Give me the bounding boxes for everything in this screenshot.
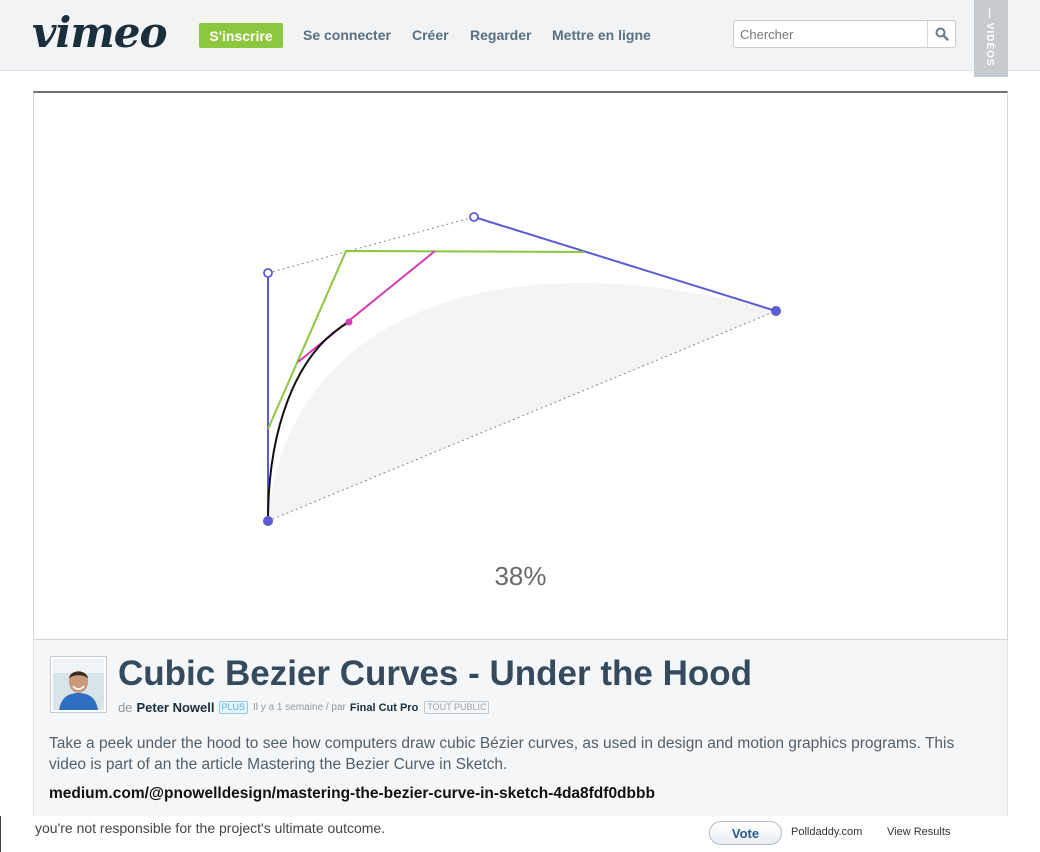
search-input[interactable] — [734, 21, 927, 47]
videos-tab-label: — VIDÉOS — [984, 8, 995, 67]
by-prefix: de — [118, 700, 133, 715]
author-link[interactable]: Peter Nowell — [136, 700, 214, 715]
rating-badge: TOUT PUBLIC — [424, 701, 490, 714]
curve-point — [345, 318, 353, 326]
video-player[interactable]: 38% — [33, 91, 1008, 640]
nav-upload[interactable]: Mettre en ligne — [552, 27, 651, 43]
nav-create[interactable]: Créer — [412, 27, 449, 43]
search-button[interactable] — [927, 21, 955, 47]
videos-side-tab[interactable]: — VIDÉOS — [974, 0, 1008, 77]
vote-button[interactable]: Vote — [709, 821, 782, 845]
end-anchor-point[interactable] — [771, 306, 781, 316]
nav-login[interactable]: Se connecter — [303, 27, 391, 43]
progress-label: 38% — [494, 561, 547, 591]
top-header: vimeo S'inscrire Se connecter Créer Rega… — [0, 0, 1040, 77]
poll-bar: you're not responsible for the project's… — [0, 816, 1040, 852]
video-info: Cubic Bezier Curves - Under the Hood de … — [33, 640, 1008, 816]
poll-question: you're not responsible for the project's… — [35, 820, 386, 836]
search-box — [733, 20, 956, 48]
view-results-link[interactable]: View Results — [887, 826, 950, 838]
poll-divider — [0, 816, 1, 852]
nav-watch[interactable]: Regarder — [470, 27, 531, 43]
byline: de Peter Nowell PLUS Il y a 1 semaine / … — [118, 700, 490, 715]
curve-region — [268, 283, 776, 521]
control-point-2[interactable] — [469, 212, 479, 222]
avatar[interactable] — [50, 656, 107, 713]
avatar-image — [53, 659, 104, 710]
bezier-animation — [263, 212, 781, 526]
video-title: Cubic Bezier Curves - Under the Hood — [118, 654, 752, 693]
video-description: Take a peek under the hood to see how co… — [49, 735, 955, 773]
control-point-1[interactable] — [263, 268, 273, 278]
article-link[interactable]: medium.com/@pnowelldesign/mastering-the-… — [49, 785, 655, 803]
channel-link[interactable]: Final Cut Pro — [350, 702, 418, 714]
polldaddy-link[interactable]: Polldaddy.com — [791, 826, 862, 838]
plus-badge[interactable]: PLUS — [218, 701, 249, 714]
search-icon — [935, 27, 949, 41]
upload-time: Il y a 1 semaine / par — [253, 702, 346, 713]
signup-button[interactable]: S'inscrire — [199, 23, 283, 48]
control-hull-line — [267, 216, 475, 274]
vimeo-logo[interactable]: vimeo — [32, 8, 168, 57]
start-anchor-point[interactable] — [263, 516, 273, 526]
